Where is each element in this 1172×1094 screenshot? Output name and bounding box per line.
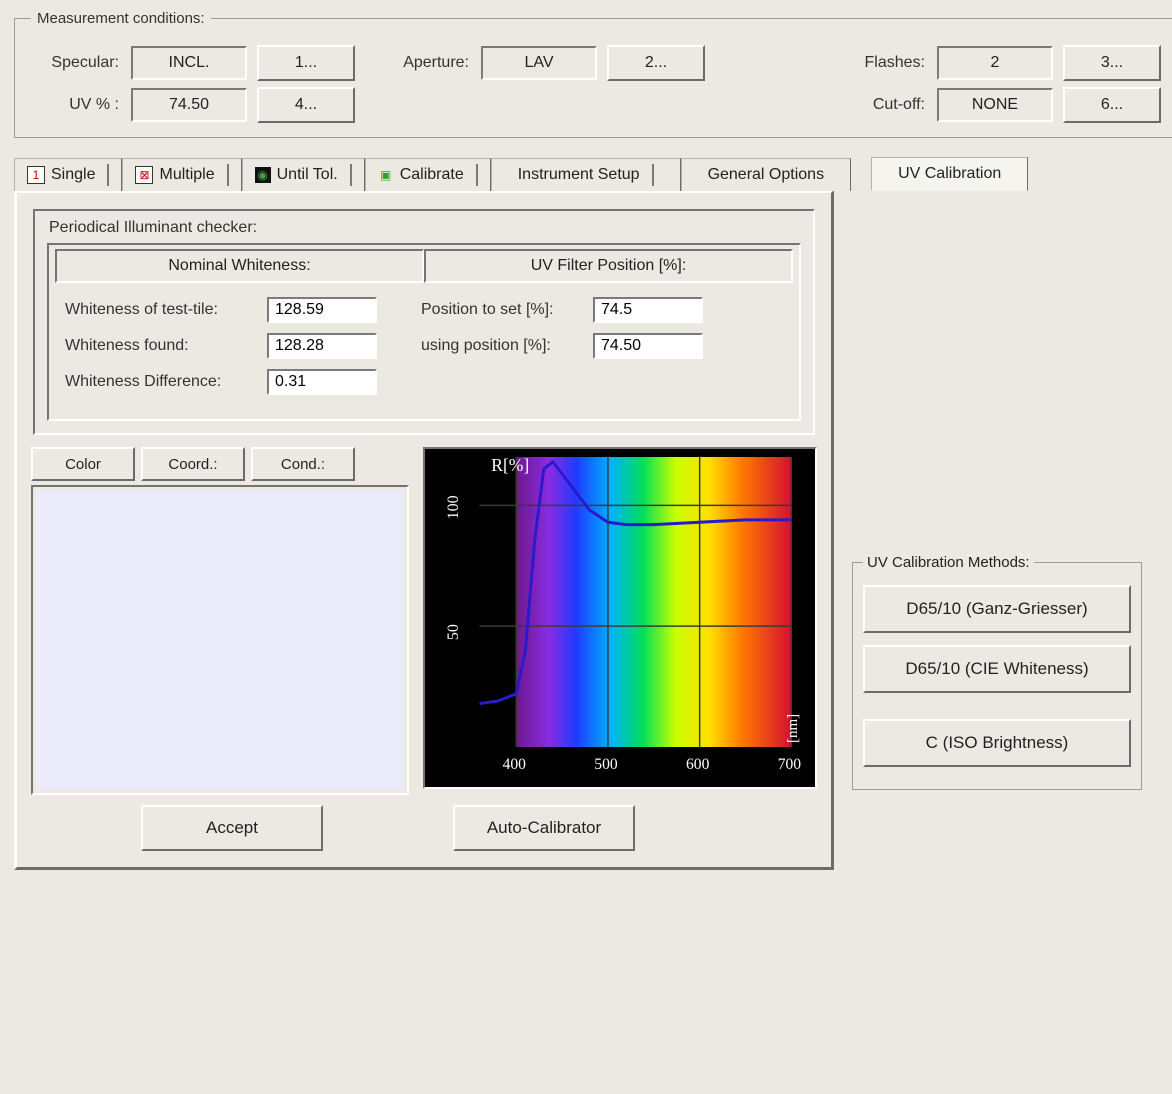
- svg-text:500: 500: [595, 756, 618, 773]
- accept-button[interactable]: Accept: [141, 805, 323, 851]
- method-cie-whiteness-button[interactable]: D65/10 (CIE Whiteness): [863, 645, 1131, 693]
- tab-multiple-label: Multiple: [159, 166, 214, 184]
- pos-to-set-label: Position to set [%]:: [421, 301, 581, 319]
- pos-to-set-input[interactable]: [593, 297, 703, 323]
- tab-calibrate[interactable]: ▣ Calibrate: [365, 158, 491, 191]
- whiteness-diff-label: Whiteness Difference:: [65, 373, 255, 391]
- flashes-label: Flashes:: [837, 54, 927, 72]
- tab-until-tol-label: Until Tol.: [277, 166, 338, 184]
- svg-text:700: 700: [778, 756, 801, 773]
- tab-instrument-setup-label: Instrument Setup: [518, 166, 640, 184]
- tab-strip: 1 Single ⊠ Multiple ◉ Until Tol. ▣ Calib…: [14, 156, 1158, 190]
- tab-single-label: Single: [51, 166, 95, 184]
- periodical-illuminant-checker-group: Periodical Illuminant checker: Nominal W…: [33, 209, 815, 435]
- reflectance-chart: R[%] 100 50 400 500 600 700 [nm]: [423, 447, 817, 789]
- pic-header-nominal: Nominal Whiteness:: [55, 249, 424, 283]
- pic-title: Periodical Illuminant checker:: [49, 219, 805, 237]
- uv-calibration-methods-group: UV Calibration Methods: D65/10 (Ganz-Gri…: [850, 554, 1136, 790]
- tab-uv-calibration-label: UV Calibration: [898, 165, 1001, 183]
- pic-header-uvpos: UV Filter Position [%]:: [424, 249, 793, 283]
- auto-calibrator-button[interactable]: Auto-Calibrator: [453, 805, 635, 851]
- tab-until-tol[interactable]: ◉ Until Tol.: [242, 158, 365, 191]
- uvpct-label: UV % :: [31, 96, 121, 114]
- svg-text:400: 400: [503, 756, 526, 773]
- method-ganz-griesser-button[interactable]: D65/10 (Ganz-Griesser): [863, 585, 1131, 633]
- uvpct-config-button[interactable]: 4...: [257, 87, 355, 123]
- tab-general-options-label: General Options: [708, 166, 825, 184]
- tab-calibrate-label: Calibrate: [400, 166, 464, 184]
- specular-config-button[interactable]: 1...: [257, 45, 355, 81]
- whiteness-tile-input[interactable]: [267, 297, 377, 323]
- method-iso-brightness-button[interactable]: C (ISO Brightness): [863, 719, 1131, 767]
- mini-tab-cond[interactable]: Cond.:: [251, 447, 355, 481]
- cutoff-config-button[interactable]: 6...: [1063, 87, 1161, 123]
- uvpct-value: 74.50: [131, 88, 247, 122]
- svg-text:R[%]: R[%]: [492, 455, 530, 475]
- single-icon: 1: [27, 166, 45, 184]
- flashes-config-button[interactable]: 3...: [1063, 45, 1161, 81]
- whiteness-found-label: Whiteness found:: [65, 337, 255, 355]
- svg-text:600: 600: [686, 756, 709, 773]
- mini-tab-coord[interactable]: Coord.:: [141, 447, 245, 481]
- whiteness-found-input[interactable]: [267, 333, 377, 359]
- aperture-config-button[interactable]: 2...: [607, 45, 705, 81]
- uv-calibration-panel: Periodical Illuminant checker: Nominal W…: [14, 190, 834, 870]
- methods-title: UV Calibration Methods:: [863, 554, 1034, 571]
- flashes-value: 2: [937, 46, 1053, 80]
- specular-value: INCL.: [131, 46, 247, 80]
- multiple-icon: ⊠: [135, 166, 153, 184]
- color-swatch: [36, 490, 404, 790]
- using-pos-input[interactable]: [593, 333, 703, 359]
- tab-multiple[interactable]: ⊠ Multiple: [122, 158, 241, 191]
- tab-instrument-setup[interactable]: Instrument Setup: [491, 158, 681, 191]
- svg-text:100: 100: [446, 495, 463, 519]
- using-pos-label: using position [%]:: [421, 337, 581, 355]
- specular-label: Specular:: [31, 54, 121, 72]
- tab-uv-calibration[interactable]: UV Calibration: [871, 157, 1028, 191]
- tab-general-options[interactable]: General Options: [681, 158, 852, 191]
- calibrate-icon: ▣: [378, 167, 394, 183]
- svg-text:50: 50: [446, 624, 463, 640]
- measurement-conditions-title: Measurement conditions:: [31, 10, 211, 27]
- aperture-label: Aperture:: [381, 54, 471, 72]
- mini-tab-color[interactable]: Color: [31, 447, 135, 481]
- whiteness-diff-input[interactable]: [267, 369, 377, 395]
- cutoff-value: NONE: [937, 88, 1053, 122]
- tab-single[interactable]: 1 Single: [14, 158, 122, 191]
- measurement-conditions-group: Measurement conditions: Specular: INCL. …: [14, 10, 1172, 138]
- whiteness-tile-label: Whiteness of test-tile:: [65, 301, 255, 319]
- until-tol-icon: ◉: [255, 167, 271, 183]
- cutoff-label: Cut-off:: [837, 96, 927, 114]
- aperture-value: LAV: [481, 46, 597, 80]
- svg-text:[nm]: [nm]: [786, 714, 802, 743]
